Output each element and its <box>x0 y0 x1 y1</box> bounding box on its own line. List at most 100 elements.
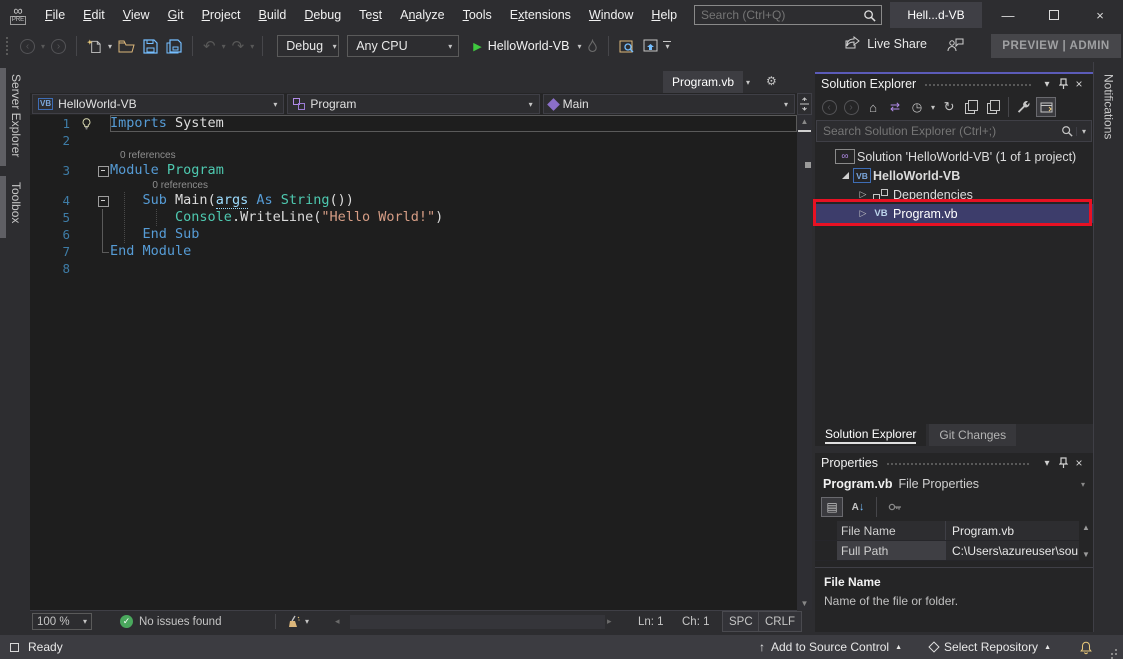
collapse-all-icon[interactable] <box>961 97 981 117</box>
expander-collapsed-icon[interactable] <box>855 189 871 200</box>
menu-test[interactable]: Test <box>350 0 391 30</box>
code-line-5[interactable]: 5 Console.WriteLine("Hello World!") <box>30 209 797 226</box>
type-dropdown[interactable]: Program▾ <box>287 94 539 114</box>
tree-item-helloworld-vb[interactable]: HelloWorld-VB <box>815 166 1093 185</box>
notifications-bell-icon[interactable] <box>1079 640 1093 655</box>
code-text[interactable]: Module Program <box>110 162 797 179</box>
add-to-source-control-button[interactable]: ↑ Add to Source Control ▲ <box>759 640 902 654</box>
spaces-toggle[interactable]: SPC <box>722 611 760 632</box>
scroll-up-arrow[interactable]: ▲ <box>797 117 812 126</box>
send-feedback-icon[interactable] <box>947 37 965 53</box>
redo-dropdown[interactable]: ▾ <box>248 42 256 51</box>
code-line-6[interactable]: 6 End Sub <box>30 226 797 243</box>
toolbar-grip[interactable] <box>6 37 10 55</box>
scroll-down-arrow[interactable]: ▼ <box>797 599 812 608</box>
live-share-button[interactable]: Live Share <box>844 36 927 51</box>
codelens-references[interactable]: 0 references <box>120 149 797 162</box>
tab-git-changes[interactable]: Git Changes <box>929 424 1016 446</box>
navigate-back-dropdown[interactable]: ▾ <box>39 42 47 51</box>
menu-tools[interactable]: Tools <box>454 0 501 30</box>
solution-configurations-dropdown[interactable]: Debug▾ <box>277 35 339 57</box>
pending-changes-filter-icon[interactable] <box>907 97 927 117</box>
tree-item-dependencies[interactable]: Dependencies <box>815 185 1093 204</box>
minimize-button[interactable]: — <box>985 0 1031 30</box>
code-text[interactable] <box>110 132 797 149</box>
tab-dropdown-icon[interactable]: ▾ <box>746 78 750 87</box>
code-text[interactable]: Imports System <box>110 115 797 132</box>
navigate-forward-button[interactable]: › <box>47 34 70 58</box>
toolbar-overflow-dropdown[interactable]: ▾ <box>663 41 671 51</box>
horizontal-scrollbar[interactable] <box>350 615 605 629</box>
maximize-button[interactable] <box>1031 0 1077 30</box>
panel-close-icon[interactable]: × <box>1071 456 1087 470</box>
tree-item-program-vb[interactable]: Program.vb <box>815 204 1093 223</box>
code-line-3[interactable]: 3Module Program <box>30 162 797 179</box>
undo-icon[interactable]: ↶ <box>199 34 220 58</box>
solution-explorer-search[interactable]: ▾ <box>816 120 1092 142</box>
hot-reload-icon[interactable] <box>583 34 602 58</box>
show-all-files-icon[interactable] <box>983 97 1003 117</box>
property-row-file-name[interactable]: File Name Program.vb <box>815 521 1079 541</box>
forward-icon[interactable]: › <box>841 97 861 117</box>
health-indicator[interactable]: ✓ No issues found <box>120 611 221 632</box>
save-icon[interactable] <box>139 34 162 58</box>
select-repository-button[interactable]: Select Repository ▲ <box>930 640 1051 654</box>
solution-platforms-dropdown[interactable]: Any CPU▾ <box>347 35 459 57</box>
document-tab-programvb[interactable]: Program.vb <box>663 71 743 93</box>
panel-drag-handle[interactable] <box>886 462 1031 466</box>
properties-wrench-icon[interactable] <box>1014 97 1034 117</box>
editor-settings-gear-icon[interactable]: ⚙ <box>766 74 777 88</box>
find-in-files-icon[interactable] <box>615 34 639 58</box>
outline-collapse-icon[interactable] <box>96 192 110 209</box>
menu-build[interactable]: Build <box>250 0 296 30</box>
menu-edit[interactable]: Edit <box>74 0 114 30</box>
menu-window[interactable]: Window <box>580 0 642 30</box>
outline-collapse-icon[interactable] <box>96 162 110 179</box>
back-icon[interactable]: ‹ <box>819 97 839 117</box>
panel-menu-dropdown[interactable]: ▾ <box>1039 458 1055 469</box>
search-input[interactable] <box>695 8 863 22</box>
home-icon[interactable] <box>863 97 883 117</box>
grid-scrollbar[interactable]: ▲▼ <box>1079 521 1093 561</box>
menu-help[interactable]: Help <box>642 0 686 30</box>
selected-object-dropdown[interactable]: Program.vb File Properties ▾ <box>815 473 1093 495</box>
lightbulb-icon[interactable] <box>80 115 96 132</box>
hscroll-left-arrow[interactable]: ◂ <box>335 611 340 632</box>
server-explorer-tab[interactable]: Server Explorer <box>0 68 26 166</box>
codelens-references[interactable]: 0 references <box>152 179 797 192</box>
code-line-8[interactable]: 8 <box>30 260 797 277</box>
save-all-icon[interactable] <box>162 34 186 58</box>
project-dropdown[interactable]: HelloWorld-VB▾ <box>32 94 284 114</box>
code-text[interactable]: End Module <box>110 243 797 260</box>
vertical-scrollbar[interactable]: ▲ ▼ <box>797 115 812 610</box>
line-ending-toggle[interactable]: CRLF <box>758 611 802 632</box>
refresh-icon[interactable] <box>939 97 959 117</box>
code-text[interactable]: Sub Main(args As String()) <box>110 192 797 209</box>
notifications-tab[interactable]: Notifications <box>1093 62 1123 632</box>
solution-search-input[interactable] <box>817 124 1061 138</box>
switch-views-icon[interactable] <box>885 97 905 117</box>
menu-file[interactable]: File <box>36 0 74 30</box>
start-debugging-button[interactable]: ▶ HelloWorld-VB ▾ <box>473 39 583 53</box>
code-area[interactable]: 1Imports System20 references3Module Prog… <box>30 115 797 277</box>
preview-selected-items-icon[interactable] <box>1036 97 1056 117</box>
menu-extensions[interactable]: Extensions <box>501 0 580 30</box>
hscroll-right-arrow[interactable]: ▸ <box>607 611 612 632</box>
cursor-column-indicator[interactable]: Ch: 1 <box>682 611 710 632</box>
menu-project[interactable]: Project <box>193 0 250 30</box>
expander-expanded-icon[interactable] <box>837 172 853 179</box>
new-project-dropdown[interactable]: ▾ <box>106 42 114 51</box>
categorized-icon[interactable] <box>821 497 843 517</box>
quick-search-box[interactable] <box>694 5 882 25</box>
code-text[interactable] <box>110 260 797 277</box>
panel-drag-handle[interactable] <box>924 83 1031 87</box>
properties-header[interactable]: Properties ▾ × <box>815 453 1093 473</box>
member-dropdown[interactable]: Main▾ <box>543 94 795 114</box>
open-file-icon[interactable] <box>114 34 139 58</box>
redo-icon[interactable]: ↷ <box>228 34 249 58</box>
code-line-7[interactable]: 7End Module <box>30 243 797 260</box>
background-tasks-icon[interactable] <box>10 643 19 652</box>
alphabetical-sort-icon[interactable] <box>847 497 869 517</box>
menu-debug[interactable]: Debug <box>295 0 350 30</box>
close-button[interactable]: × <box>1077 0 1123 30</box>
